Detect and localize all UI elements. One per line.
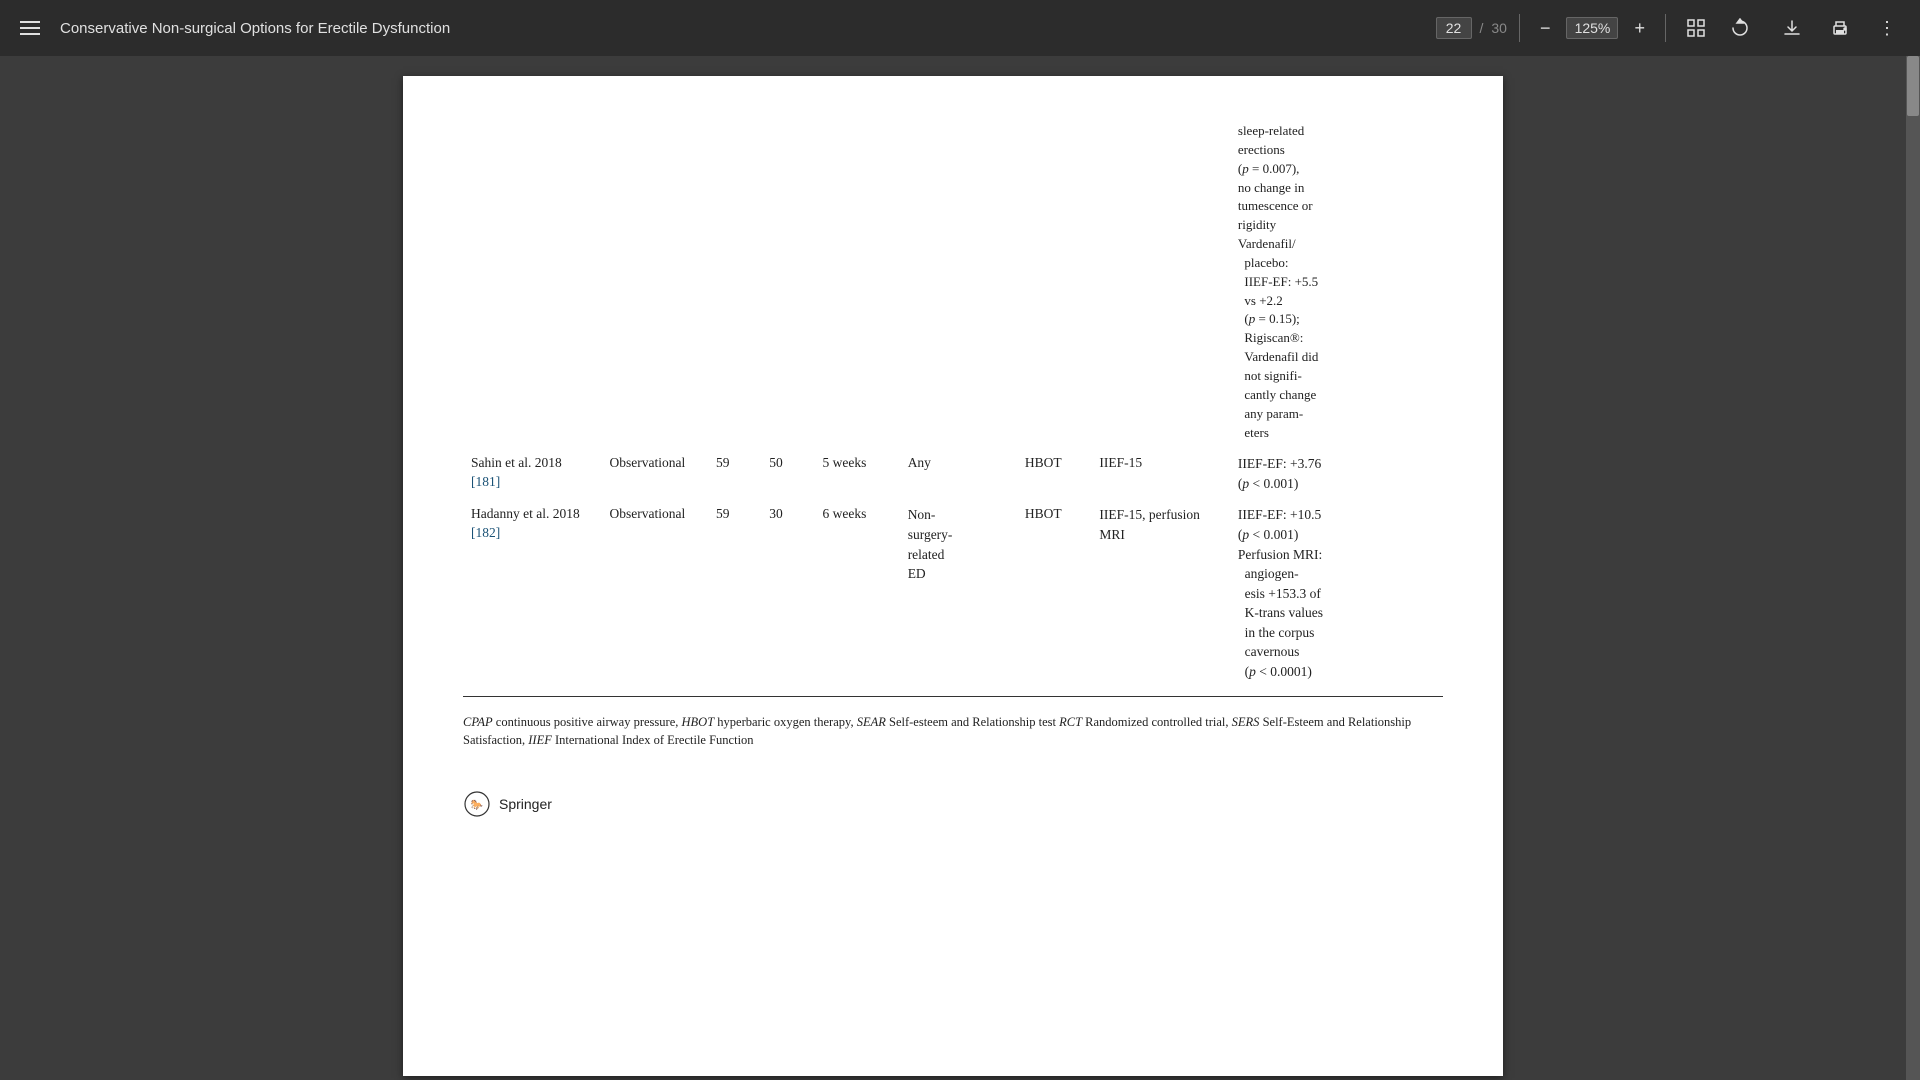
cell-n-overflow bbox=[708, 116, 761, 448]
scrollbar-track[interactable] bbox=[1906, 56, 1920, 1080]
cell-duration-sahin: 5 weeks bbox=[814, 448, 899, 499]
divider-2 bbox=[1665, 14, 1666, 42]
cell-author-overflow bbox=[463, 116, 601, 448]
page-total: 30 bbox=[1491, 20, 1507, 36]
cell-age-hadanny: 30 bbox=[761, 499, 814, 687]
page-number-input[interactable] bbox=[1436, 17, 1472, 39]
springer-name: Springer bbox=[499, 796, 552, 812]
cell-treatment-overflow bbox=[1017, 116, 1092, 448]
download-button[interactable] bbox=[1774, 14, 1810, 42]
zoom-in-button[interactable]: + bbox=[1626, 14, 1653, 43]
menu-icon[interactable] bbox=[16, 17, 44, 39]
cell-age-overflow bbox=[761, 116, 814, 448]
fit-page-button[interactable] bbox=[1678, 14, 1714, 42]
cell-studytype-hadanny: Observational bbox=[601, 499, 708, 687]
zoom-input[interactable] bbox=[1566, 17, 1618, 39]
svg-text:🐎: 🐎 bbox=[471, 799, 484, 811]
zoom-out-button[interactable]: − bbox=[1532, 14, 1559, 43]
divider-1 bbox=[1519, 14, 1520, 42]
cell-results-overflow: sleep-related erections (p = 0.007), no … bbox=[1230, 116, 1443, 448]
cell-n-hadanny: 59 bbox=[708, 499, 761, 687]
pdf-page: sleep-related erections (p = 0.007), no … bbox=[403, 76, 1503, 1076]
cell-etiology-overflow bbox=[900, 116, 1017, 448]
cell-treatment-hadanny: HBOT bbox=[1017, 499, 1092, 687]
page-separator: / bbox=[1480, 20, 1484, 36]
cell-duration-overflow bbox=[814, 116, 899, 448]
rotate-button[interactable] bbox=[1722, 14, 1758, 42]
table-row-sahin: Sahin et al. 2018 [181] Observational 59… bbox=[463, 448, 1443, 499]
toolbar-right: ⋮ bbox=[1774, 14, 1904, 43]
table-row-hadanny: Hadanny et al. 2018 [182] Observational … bbox=[463, 499, 1443, 687]
table-row-overflow: sleep-related erections (p = 0.007), no … bbox=[463, 116, 1443, 448]
cell-treatment-sahin: HBOT bbox=[1017, 448, 1092, 499]
footnote: CPAP continuous positive airway pressure… bbox=[463, 713, 1443, 751]
cell-outcome-overflow bbox=[1091, 116, 1229, 448]
cell-author-sahin: Sahin et al. 2018 [181] bbox=[463, 448, 601, 499]
cell-etiology-hadanny: Non-surgery-relatedED bbox=[900, 499, 1017, 687]
scrollbar-thumb[interactable] bbox=[1907, 56, 1919, 116]
ref-182-link[interactable]: [182] bbox=[471, 525, 500, 540]
print-button[interactable] bbox=[1822, 14, 1858, 42]
toolbar: Conservative Non-surgical Options for Er… bbox=[0, 0, 1920, 56]
toolbar-controls: / 30 − + bbox=[1436, 14, 1759, 43]
cell-results-sahin: IIEF-EF: +3.76 (p < 0.001) bbox=[1230, 448, 1443, 499]
springer-logo: 🐎 Springer bbox=[463, 790, 1443, 818]
cell-author-hadanny: Hadanny et al. 2018 [182] bbox=[463, 499, 601, 687]
cell-etiology-sahin: Any bbox=[900, 448, 1017, 499]
cell-studytype-overflow bbox=[601, 116, 708, 448]
cell-results-hadanny: IIEF-EF: +10.5 (p < 0.001) Perfusion MRI… bbox=[1230, 499, 1443, 687]
more-options-button[interactable]: ⋮ bbox=[1870, 14, 1904, 43]
content-area: sleep-related erections (p = 0.007), no … bbox=[0, 56, 1920, 1080]
cell-age-sahin: 50 bbox=[761, 448, 814, 499]
table-bottom-border bbox=[463, 696, 1443, 697]
springer-icon: 🐎 bbox=[463, 790, 491, 818]
cell-duration-hadanny: 6 weeks bbox=[814, 499, 899, 687]
table-continuation: sleep-related erections (p = 0.007), no … bbox=[463, 116, 1443, 688]
cell-outcome-hadanny: IIEF-15, perfusionMRI bbox=[1091, 499, 1229, 687]
cell-studytype-sahin: Observational bbox=[601, 448, 708, 499]
cell-outcome-sahin: IIEF-15 bbox=[1091, 448, 1229, 499]
ref-181-link[interactable]: [181] bbox=[471, 474, 500, 489]
pdf-container[interactable]: sleep-related erections (p = 0.007), no … bbox=[0, 56, 1906, 1080]
cell-n-sahin: 59 bbox=[708, 448, 761, 499]
document-title: Conservative Non-surgical Options for Er… bbox=[60, 20, 1420, 37]
